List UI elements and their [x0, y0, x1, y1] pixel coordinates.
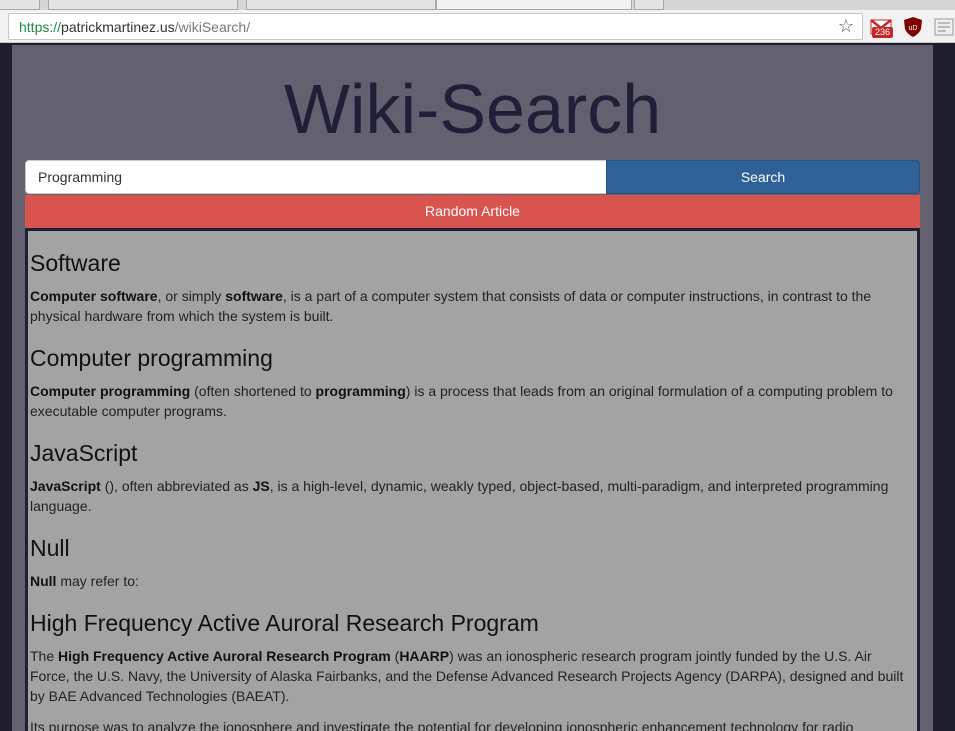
snippet-bold-text: Null	[30, 573, 57, 589]
snippet-text: (), often abbreviated as	[100, 478, 253, 494]
browser-tabstrip	[0, 0, 955, 10]
bookmark-star-icon[interactable]: ☆	[838, 16, 854, 37]
ublock-shield-icon[interactable]: uD	[902, 16, 924, 38]
address-url: https://patrickmartinez.us/wikiSearch/	[19, 19, 250, 35]
result-item: Null Null may refer to:	[30, 535, 915, 591]
browser-toolbar: https://patrickmartinez.us/wikiSearch/ ☆…	[0, 10, 955, 43]
random-article-button[interactable]: Random Article	[25, 195, 920, 228]
gmail-unread-badge: 236	[872, 27, 894, 38]
snippet-text: The	[30, 648, 59, 664]
result-title[interactable]: High Frequency Active Auroral Research P…	[30, 610, 915, 637]
result-item: Computer programming Computer programming…	[30, 345, 915, 421]
snippet-bold-text: JavaScript	[30, 478, 101, 494]
snippet-text: (often shortened to	[190, 383, 316, 399]
result-snippet: Null may refer to:	[30, 571, 915, 591]
snippet-bold-text: JS	[252, 478, 270, 494]
snippet-text: , or simply	[157, 288, 226, 304]
search-results: Software Computer software, or simply sof…	[25, 228, 920, 731]
url-scheme: https://	[19, 19, 62, 35]
search-input[interactable]	[25, 160, 607, 194]
browser-tab[interactable]	[246, 0, 436, 10]
site-title: Wiki-Search	[283, 70, 662, 148]
wiki-search-page: Wiki-Search Search Random Article Softwa…	[12, 45, 933, 731]
result-title[interactable]: Computer programming	[30, 345, 915, 372]
snippet-text: may refer to:	[56, 573, 139, 589]
result-title[interactable]: JavaScript	[30, 440, 915, 467]
result-title[interactable]: Null	[30, 535, 915, 562]
snippet-bold-text: HAARP	[399, 648, 450, 664]
browser-tab[interactable]	[0, 0, 40, 10]
snippet-bold-text: software	[225, 288, 283, 304]
snippet-bold-text: Computer programming	[30, 383, 191, 399]
search-button[interactable]: Search	[606, 160, 920, 194]
browser-tab[interactable]	[48, 0, 238, 10]
result-snippet: Computer programming (often shortened to…	[30, 381, 915, 421]
result-snippet: JavaScript (), often abbreviated as JS, …	[30, 476, 915, 516]
result-item: High Frequency Active Auroral Research P…	[30, 610, 915, 731]
url-host: patrickmartinez.us	[61, 19, 175, 35]
extension-icon[interactable]	[933, 16, 955, 38]
snippet-bold-text: Computer software	[30, 288, 158, 304]
snippet-bold-text: programming	[315, 383, 406, 399]
browser-tab-active[interactable]	[436, 0, 632, 10]
ublock-label: uD	[909, 25, 918, 32]
address-bar[interactable]: https://patrickmartinez.us/wikiSearch/ ☆	[8, 13, 863, 40]
url-path: /wikiSearch/	[174, 19, 251, 35]
result-snippet: Computer software, or simply software, i…	[30, 286, 915, 326]
page-margin-left	[0, 45, 12, 731]
page-margin-right	[933, 45, 955, 731]
result-title[interactable]: Software	[30, 250, 915, 277]
snippet-bold-text: High Frequency Active Auroral Research P…	[58, 648, 391, 664]
result-snippet: The High Frequency Active Auroral Resear…	[30, 646, 915, 706]
result-item: Software Computer software, or simply sof…	[30, 250, 915, 326]
result-snippet-continued: Its purpose was to analyze the ionospher…	[30, 719, 854, 731]
new-tab-button[interactable]	[634, 0, 664, 10]
result-item: JavaScript JavaScript (), often abbreviat…	[30, 440, 915, 516]
